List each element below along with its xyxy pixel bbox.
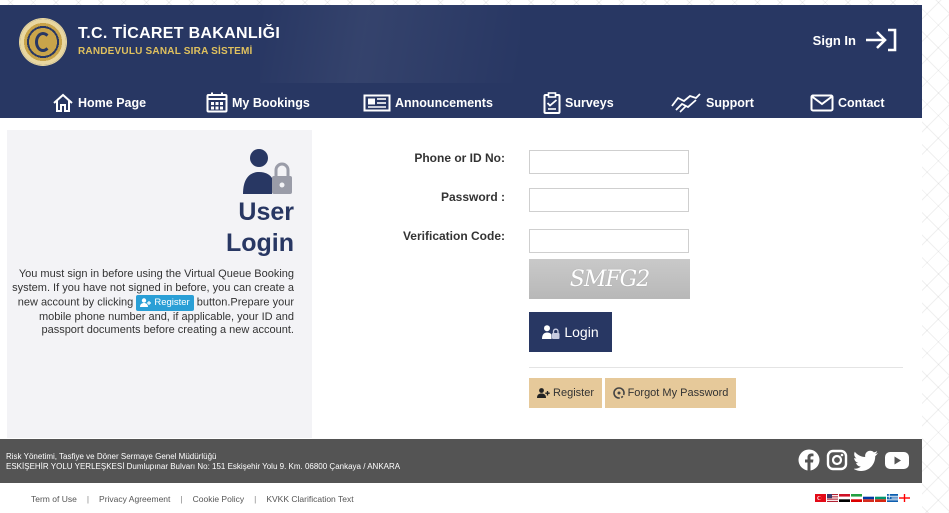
flag-ge-icon[interactable]	[899, 494, 910, 502]
header-decoration	[260, 5, 520, 83]
password-label: Password :	[440, 190, 505, 204]
verification-code-label: Verification Code:	[402, 229, 505, 243]
envelope-icon	[810, 94, 834, 111]
org-title[interactable]: T.C. TİCARET BAKANLIĞI	[78, 25, 280, 43]
link-separator: |	[86, 494, 90, 504]
phone-label: Phone or ID No:	[414, 151, 505, 165]
social-links	[798, 449, 910, 471]
inline-register-button[interactable]: Register	[136, 295, 194, 311]
verification-code-input[interactable]	[529, 229, 689, 253]
forgot-password-button[interactable]: Forgot My Password	[605, 378, 736, 408]
privacy-agreement-link[interactable]: Privacy Agreement	[99, 494, 170, 504]
twitter-icon[interactable]	[854, 449, 878, 471]
flag-us-icon[interactable]	[827, 494, 838, 502]
forgot-password-label: Forgot My Password	[627, 387, 729, 399]
flag-bg-icon[interactable]	[875, 494, 886, 502]
nav-item-announcements[interactable]: Announcements	[363, 87, 493, 118]
page: T.C. TİCARET BAKANLIĞI RANDEVULU SANAL S…	[0, 5, 922, 513]
youtube-icon[interactable]	[884, 449, 910, 471]
link-separator: |	[254, 494, 257, 504]
calendar-icon	[206, 92, 228, 113]
flag-ar-icon[interactable]	[839, 494, 850, 502]
main-nav: Home Page My Bookings Announcements Surv…	[0, 87, 922, 118]
login-button-label: Login	[564, 324, 599, 340]
sub-footer: Term of Use | Privacy Agreement | Cookie…	[0, 483, 922, 513]
site-footer: Risk Yönetimi, Tasfiye ve Döner Sermaye …	[0, 439, 922, 483]
login-title-line2: Login	[225, 229, 294, 257]
sign-in-label: Sign In	[812, 32, 856, 48]
register-button[interactable]: Register	[529, 378, 602, 408]
user-lock-icon-small	[542, 325, 560, 339]
login-title: User Login	[144, 197, 294, 259]
login-button[interactable]: Login	[529, 312, 612, 352]
login-description: You must sign in before using the Virtua…	[4, 268, 294, 338]
user-login-info-panel: User Login You must sign in before using…	[7, 130, 312, 438]
link-separator: |	[180, 494, 183, 504]
cookie-policy-link[interactable]: Cookie Policy	[193, 494, 245, 504]
nav-item-surveys[interactable]: Surveys	[543, 87, 614, 118]
nav-item-support[interactable]: Support	[670, 87, 754, 118]
phone-input[interactable]	[529, 150, 689, 174]
nav-item-home[interactable]: Home Page	[52, 87, 146, 118]
captcha-text: SMFG2	[569, 266, 650, 292]
nav-label-announcements: Announcements	[395, 95, 493, 110]
footer-address: ESKİŞEHİR YOLU YERLEŞKESİ Dumlupınar Bul…	[6, 462, 401, 471]
flag-ir-icon[interactable]	[851, 494, 862, 502]
register-button-label: Register	[553, 387, 594, 399]
inline-register-label: Register	[154, 297, 190, 308]
nav-item-contact[interactable]: Contact	[810, 87, 885, 118]
recycle-icon	[612, 387, 625, 399]
home-icon	[53, 93, 73, 112]
legal-links: Term of Use | Privacy Agreement | Cookie…	[31, 494, 354, 504]
nav-label-support: Support	[706, 95, 754, 110]
site-header: T.C. TİCARET BAKANLIĞI RANDEVULU SANAL S…	[0, 5, 922, 118]
flag-tr-icon[interactable]	[815, 494, 826, 502]
kvkk-clarification-link[interactable]: KVKK Clarification Text	[266, 494, 353, 504]
handshake-icon	[671, 92, 701, 113]
user-lock-icon	[243, 149, 292, 194]
nav-item-my-bookings[interactable]: My Bookings	[206, 87, 310, 118]
user-plus-icon	[140, 298, 152, 308]
sign-in-button[interactable]: Sign In	[813, 27, 898, 53]
login-title-line1: User	[238, 198, 294, 226]
flag-gr-icon[interactable]	[887, 494, 898, 502]
nav-label-contact: Contact	[838, 95, 885, 110]
facebook-icon[interactable]	[798, 449, 820, 471]
user-plus-icon	[537, 388, 550, 398]
footer-department: Risk Yönetimi, Tasfiye ve Döner Sermaye …	[6, 452, 217, 461]
nav-label-my-bookings: My Bookings	[232, 95, 310, 110]
org-subtitle[interactable]: RANDEVULU SANAL SIRA SİSTEMİ	[78, 46, 253, 57]
password-input[interactable]	[529, 188, 689, 212]
form-separator	[529, 367, 903, 368]
nav-label-surveys: Surveys	[565, 95, 614, 110]
clipboard-icon	[543, 91, 561, 114]
language-flags	[815, 494, 910, 502]
ministry-logo-icon[interactable]	[20, 19, 66, 65]
nav-label-home: Home Page	[78, 95, 147, 110]
header-top: T.C. TİCARET BAKANLIĞI RANDEVULU SANAL S…	[0, 5, 922, 83]
newspaper-icon	[363, 94, 391, 111]
captcha-image: SMFG2	[529, 259, 690, 299]
sign-in-arrow-icon	[866, 28, 897, 52]
instagram-icon[interactable]	[826, 449, 848, 471]
flag-ru-icon[interactable]	[863, 494, 874, 502]
terms-of-use-link[interactable]: Term of Use	[31, 494, 77, 504]
